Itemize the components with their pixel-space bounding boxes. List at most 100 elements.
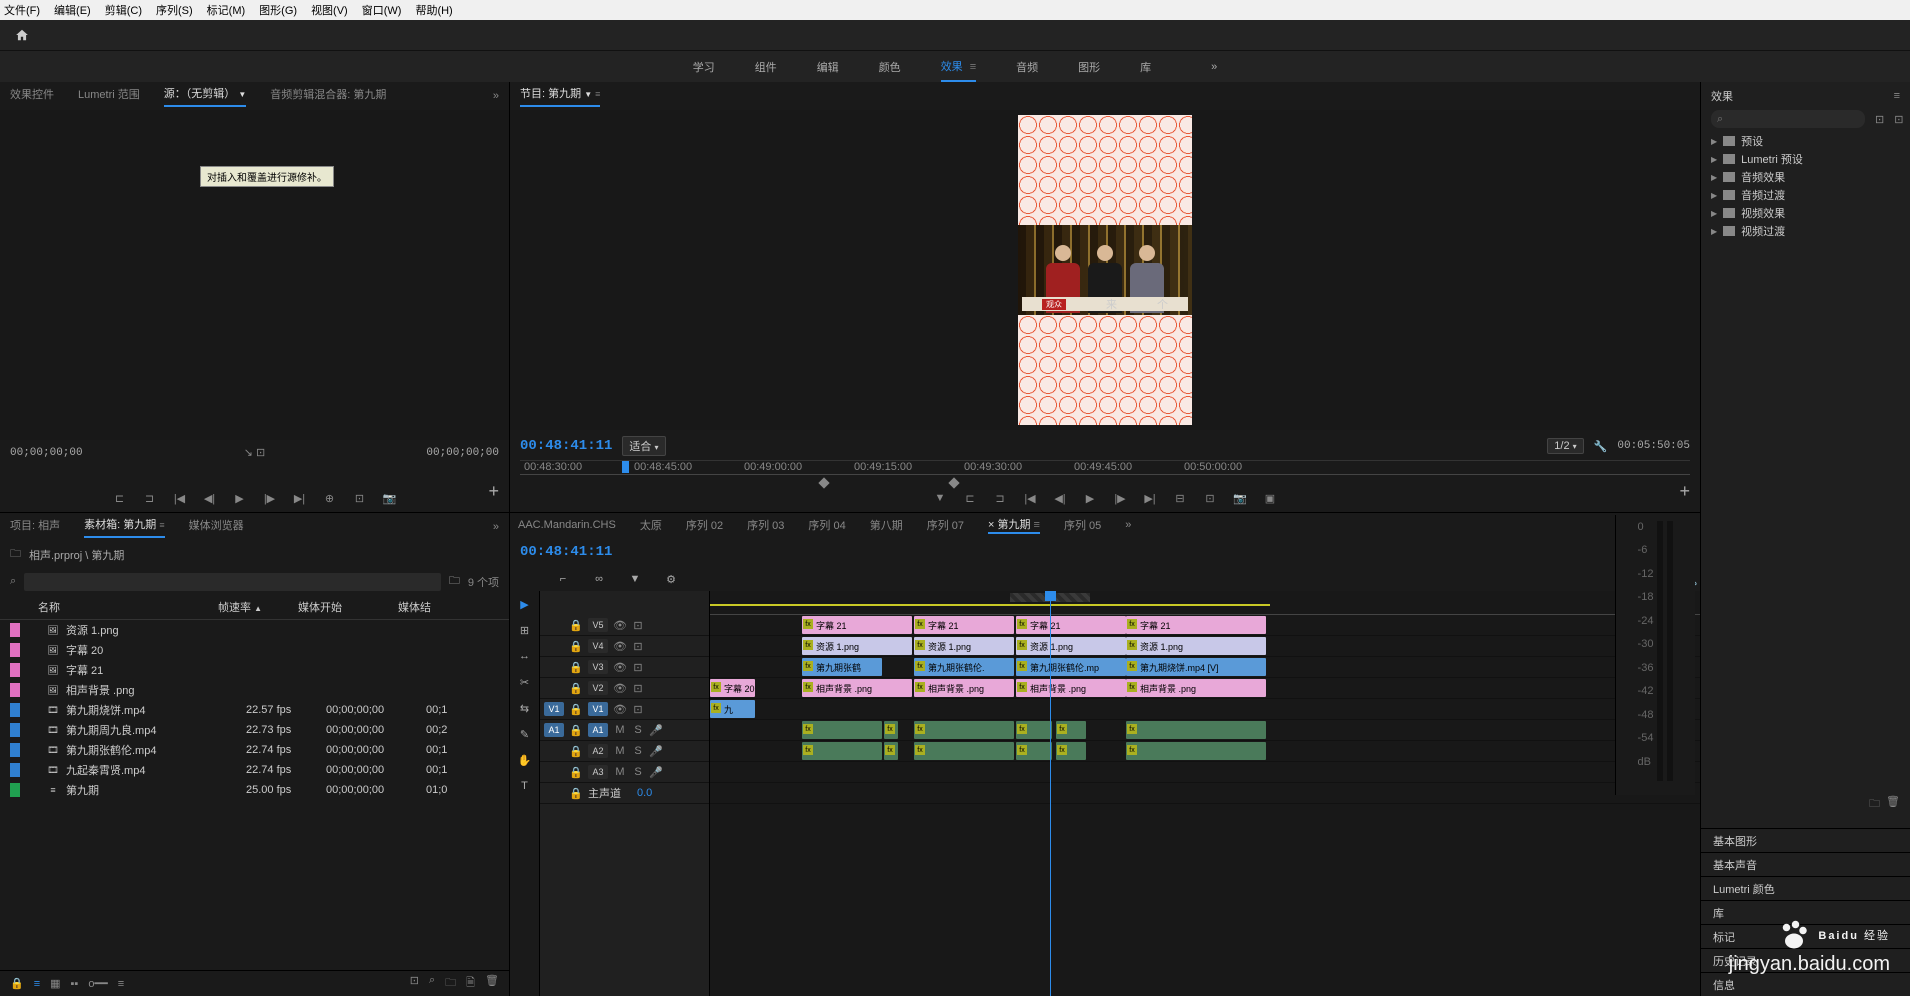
trash-icon[interactable]: 🗑	[485, 974, 499, 993]
menu-file[interactable]: 文件(F)	[4, 2, 40, 18]
ws-tabs-more[interactable]: »	[1211, 61, 1217, 73]
button-editor-plus[interactable]: +	[488, 481, 499, 502]
effects-search-input[interactable]	[1711, 110, 1865, 128]
source-patch[interactable]	[544, 618, 564, 632]
audio-track-header[interactable]: 🔒 A2 M S🎤	[540, 741, 709, 762]
timeline-clip[interactable]: 字幕 21	[1126, 616, 1266, 634]
playhead[interactable]	[1050, 591, 1051, 996]
timeline-clip[interactable]: 九	[710, 700, 755, 718]
project-item[interactable]: 🖼 相声背景 .png	[0, 680, 509, 700]
video-track-header[interactable]: 🔒 V2 👁 ⊡	[540, 678, 709, 699]
collapsed-panel[interactable]: 历史记录	[1701, 948, 1910, 972]
play-icon[interactable]: ▶	[1082, 490, 1098, 506]
timeline-clip[interactable]: 相声背景 .png	[1016, 679, 1126, 697]
effects-folder[interactable]: ▶预设	[1711, 132, 1900, 150]
solo-icon[interactable]: S	[632, 766, 644, 778]
collapsed-panel[interactable]: 库	[1701, 900, 1910, 924]
timeline-clip[interactable]	[914, 742, 1014, 760]
fx-badge-icon[interactable]: ⊡	[1894, 113, 1903, 126]
find-icon[interactable]: ⌕	[429, 974, 435, 993]
source-patch[interactable]: V1	[544, 702, 564, 716]
solo-icon[interactable]: S	[632, 724, 644, 736]
ws-tab-graphics[interactable]: 图形	[1078, 53, 1100, 81]
source-patch[interactable]	[544, 765, 564, 779]
ws-tab-editing[interactable]: 编辑	[817, 53, 839, 81]
tab-media-browser[interactable]: 媒体浏览器	[189, 517, 244, 537]
timeline-clip[interactable]: 相声背景 .png	[1126, 679, 1266, 697]
menu-help[interactable]: 帮助(H)	[415, 2, 452, 18]
tab-source-noclip[interactable]: 源：（无剪辑） ▼	[164, 85, 246, 107]
fit-dropdown[interactable]: 适合 ▾	[622, 436, 665, 456]
menu-marker[interactable]: 标记(M)	[207, 2, 246, 18]
marker-icon[interactable]: ▼	[626, 570, 644, 588]
play-icon[interactable]: ▶	[232, 490, 248, 506]
menu-view[interactable]: 视图(V)	[311, 2, 348, 18]
sequence-tab[interactable]: 序列 05	[1064, 517, 1101, 533]
tab-audio-clip-mixer[interactable]: 音频剪辑混合器: 第九期	[270, 86, 386, 106]
chevron-down-icon[interactable]: ▼	[238, 90, 246, 99]
button-editor-plus[interactable]: +	[1679, 481, 1690, 502]
timeline-clip[interactable]: 资源 1.png	[1126, 637, 1266, 655]
program-viewport[interactable]: 观众 来 个	[510, 110, 1700, 430]
go-to-out-icon[interactable]: ▶|	[292, 490, 308, 506]
wrench-icon[interactable]: 🔧	[1594, 440, 1608, 453]
link-selection-icon[interactable]: ∞	[590, 570, 608, 588]
step-back-icon[interactable]: ◀|	[202, 490, 218, 506]
voice-over-icon[interactable]: 🎤	[650, 724, 662, 736]
track-target[interactable]: V3	[588, 660, 608, 674]
ws-tab-assembly[interactable]: 组件	[755, 53, 777, 81]
sequence-tab[interactable]: 太原	[640, 517, 662, 533]
timeline-clip[interactable]: 第九期烧饼.mp4 [V]	[1126, 658, 1266, 676]
new-item-icon[interactable]: 🗎	[466, 974, 475, 993]
project-item[interactable]: 🖼 字幕 21	[0, 660, 509, 680]
timeline-clip[interactable]	[914, 721, 1014, 739]
timeline-clip[interactable]: 相声背景 .png	[914, 679, 1014, 697]
project-column-header[interactable]: 名称 帧速率 ▲ 媒体开始 媒体结	[0, 595, 509, 620]
menu-sequence[interactable]: 序列(S)	[156, 2, 193, 18]
audio-track-header[interactable]: A1 🔒 A1 M S🎤	[540, 720, 709, 741]
video-track-header[interactable]: 🔒 V4 👁 ⊡	[540, 636, 709, 657]
mark-in-icon[interactable]: ⊏	[112, 490, 128, 506]
timeline-clip[interactable]: 字幕 21	[1016, 616, 1126, 634]
lock-icon[interactable]: 🔒	[570, 619, 582, 631]
audio-track-header[interactable]: 🔒 A3 M S🎤	[540, 762, 709, 783]
toggle-output-icon[interactable]: M	[614, 766, 626, 778]
selection-tool-icon[interactable]: ▶	[516, 595, 534, 613]
source-settings-icon[interactable]: ↘ ⊡	[244, 446, 266, 459]
insert-icon[interactable]: ⊕	[322, 490, 338, 506]
menu-graphics[interactable]: 图形(G)	[259, 2, 297, 18]
lock-icon[interactable]: 🔒	[570, 703, 582, 715]
menu-bar[interactable]: 文件(F) 编辑(E) 剪辑(C) 序列(S) 标记(M) 图形(G) 视图(V…	[0, 0, 1910, 20]
track-lane[interactable]: 字幕 20相声背景 .png相声背景 .png相声背景 .png相声背景 .pn…	[710, 678, 1700, 699]
tab-lumetri-scopes[interactable]: Lumetri 范围	[78, 86, 140, 106]
timeline-clip[interactable]	[1016, 742, 1052, 760]
timeline-tc[interactable]: 00:48:41:11	[520, 544, 612, 560]
fx-badge-icon[interactable]: ⊡	[1875, 113, 1884, 126]
sequence-tab[interactable]: 序列 04	[808, 517, 845, 533]
lock-icon[interactable]: 🔒	[570, 724, 582, 736]
sequence-tab[interactable]: 序列 02	[686, 517, 723, 533]
timeline-clip[interactable]	[802, 721, 882, 739]
track-lane[interactable]: 九	[710, 699, 1700, 720]
track-lane[interactable]: 字幕 21字幕 21字幕 21字幕 21	[710, 615, 1700, 636]
timeline-clip[interactable]: 第九期张鹤伦.	[914, 658, 1014, 676]
step-forward-icon[interactable]: |▶	[262, 490, 278, 506]
toggle-output-icon[interactable]: 👁	[614, 682, 626, 694]
project-item[interactable]: 🎞 第九期烧饼.mp4 22.57 fps 00;00;00;00 00;1	[0, 700, 509, 720]
project-item[interactable]: 🖼 字幕 20	[0, 640, 509, 660]
effects-folder[interactable]: ▶Lumetri 预设	[1711, 150, 1900, 168]
effects-panel-title[interactable]: 效果	[1711, 88, 1733, 104]
mark-out-icon[interactable]: ⊐	[142, 490, 158, 506]
timeline-clip[interactable]	[1056, 721, 1086, 739]
voice-over-icon[interactable]: 🎤	[650, 766, 662, 778]
freeform-view-icon[interactable]: ▪▪	[71, 978, 79, 990]
sort-asc-icon[interactable]: ▲	[254, 604, 262, 613]
source-patch[interactable]	[544, 639, 564, 653]
track-select-tool-icon[interactable]: ⊞	[516, 621, 534, 639]
video-track-header[interactable]: 🔒 V3 👁 ⊡	[540, 657, 709, 678]
auto-transcribe-icon[interactable]: ⊡	[410, 974, 419, 993]
track-target[interactable]: V1	[588, 702, 608, 716]
ws-tab-effects[interactable]: 效果 ≡	[941, 52, 976, 82]
track-lane[interactable]	[710, 762, 1700, 783]
timeline-clip[interactable]	[1056, 742, 1086, 760]
